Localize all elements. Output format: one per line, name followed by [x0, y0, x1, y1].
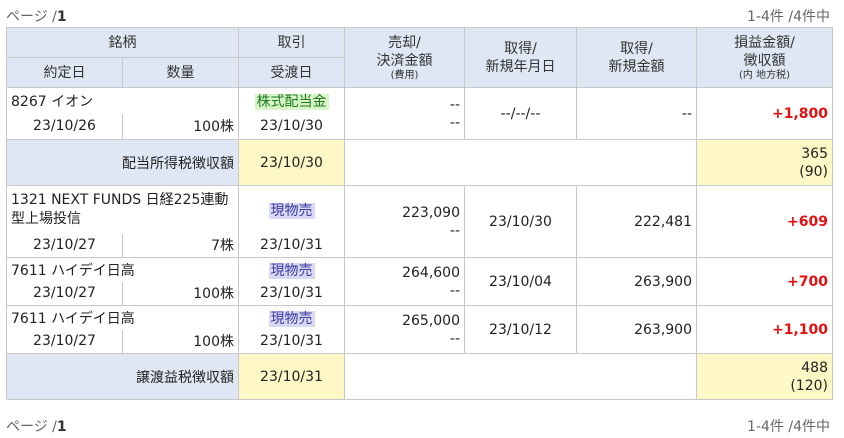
acq-date: 23/10/04: [464, 257, 577, 306]
tax-label: 譲渡益税徴収額: [6, 353, 239, 400]
header-meigara: 銘柄: [6, 27, 239, 58]
trade-type-badge: 現物売: [268, 202, 315, 219]
header-ukewatashi-bi: 受渡日: [238, 57, 345, 88]
header-yakujo-bi: 約定日: [6, 57, 123, 88]
stock-name[interactable]: 1321 NEXT FUNDS 日経225連動型上場投信: [6, 185, 239, 234]
result-count: 1-4件 /4件中: [747, 9, 830, 25]
acq-amount: 222,481: [576, 185, 697, 258]
header-shutoku-date: 取得/新規年月日: [464, 27, 577, 88]
trade-type-badge: 現物売: [268, 310, 315, 327]
acq-amount: --: [576, 87, 697, 140]
tax-date: 23/10/30: [238, 139, 345, 186]
profit-loss: +1,800: [696, 87, 833, 140]
tax-label: 配当所得税徴収額: [6, 139, 239, 186]
result-count: 1-4件 /4件中: [747, 419, 830, 435]
quantity: 100株: [122, 329, 239, 354]
stock-name[interactable]: 8267 イオン: [6, 87, 239, 114]
pager-top: ページ /1 1-4件 /4件中: [0, 4, 844, 26]
trade-date: 23/10/27: [6, 233, 123, 258]
settle-date: 23/10/31: [238, 281, 345, 306]
acq-date: --/--/--: [464, 87, 577, 140]
acq-date: 23/10/30: [464, 185, 577, 258]
acq-amount: 263,900: [576, 305, 697, 354]
header-soneki: 損益金額/徴収額 (内 地方税): [696, 27, 833, 88]
table-row: 8267 イオン 株式配当金 -- -- --/--/-- -- +1,800: [6, 87, 833, 140]
tax-row-dividend: 配当所得税徴収額 23/10/30 365 (90): [6, 139, 833, 186]
stock-name[interactable]: 7611 ハイデイ日高: [6, 257, 239, 282]
trade-type-badge: 現物売: [268, 262, 315, 279]
header-torihiki: 取引: [238, 27, 345, 58]
trade-date: 23/10/27: [6, 329, 123, 354]
trade-date: 23/10/26: [6, 113, 123, 140]
sale-amount: 264,600 --: [344, 257, 465, 306]
profit-loss: +609: [696, 185, 833, 258]
trade-date: 23/10/27: [6, 281, 123, 306]
tax-date: 23/10/31: [238, 353, 345, 400]
page-indicator: ページ /1: [6, 419, 67, 435]
settle-date: 23/10/30: [238, 113, 345, 140]
stock-name[interactable]: 7611 ハイデイ日高: [6, 305, 239, 330]
tax-row-transfer: 譲渡益税徴収額 23/10/31 488 (120): [6, 353, 833, 400]
trade-type-badge: 株式配当金: [254, 93, 329, 110]
tax-amount: 365 (90): [696, 139, 833, 186]
acq-date: 23/10/12: [464, 305, 577, 354]
settle-date: 23/10/31: [238, 233, 345, 258]
header-shutoku-amount: 取得/新規金額: [576, 27, 697, 88]
table-row: 1321 NEXT FUNDS 日経225連動型上場投信 現物売 223,090…: [6, 185, 833, 258]
quantity: 100株: [122, 281, 239, 306]
profit-loss: +1,100: [696, 305, 833, 354]
header-suryo: 数量: [122, 57, 239, 88]
pager-bottom: ページ /1 1-4件 /4件中: [0, 414, 844, 436]
settle-date: 23/10/31: [238, 329, 345, 354]
table-row: 7611 ハイデイ日高 現物売 264,600 -- 23/10/04 263,9…: [6, 257, 833, 306]
transaction-table: 銘柄 取引 売却/決済金額 (費用) 取得/新規年月日 取得/新規金額 損益金額/…: [6, 27, 833, 400]
sale-amount: -- --: [344, 87, 465, 140]
quantity: 7株: [122, 233, 239, 258]
acq-amount: 263,900: [576, 257, 697, 306]
header-baikyaku: 売却/決済金額 (費用): [344, 27, 465, 88]
table-row: 7611 ハイデイ日高 現物売 265,000 -- 23/10/12 263,9…: [6, 305, 833, 354]
quantity: 100株: [122, 113, 239, 140]
sale-amount: 223,090 --: [344, 185, 465, 258]
tax-amount: 488 (120): [696, 353, 833, 400]
sale-amount: 265,000 --: [344, 305, 465, 354]
page-indicator: ページ /1: [6, 9, 67, 25]
profit-loss: +700: [696, 257, 833, 306]
